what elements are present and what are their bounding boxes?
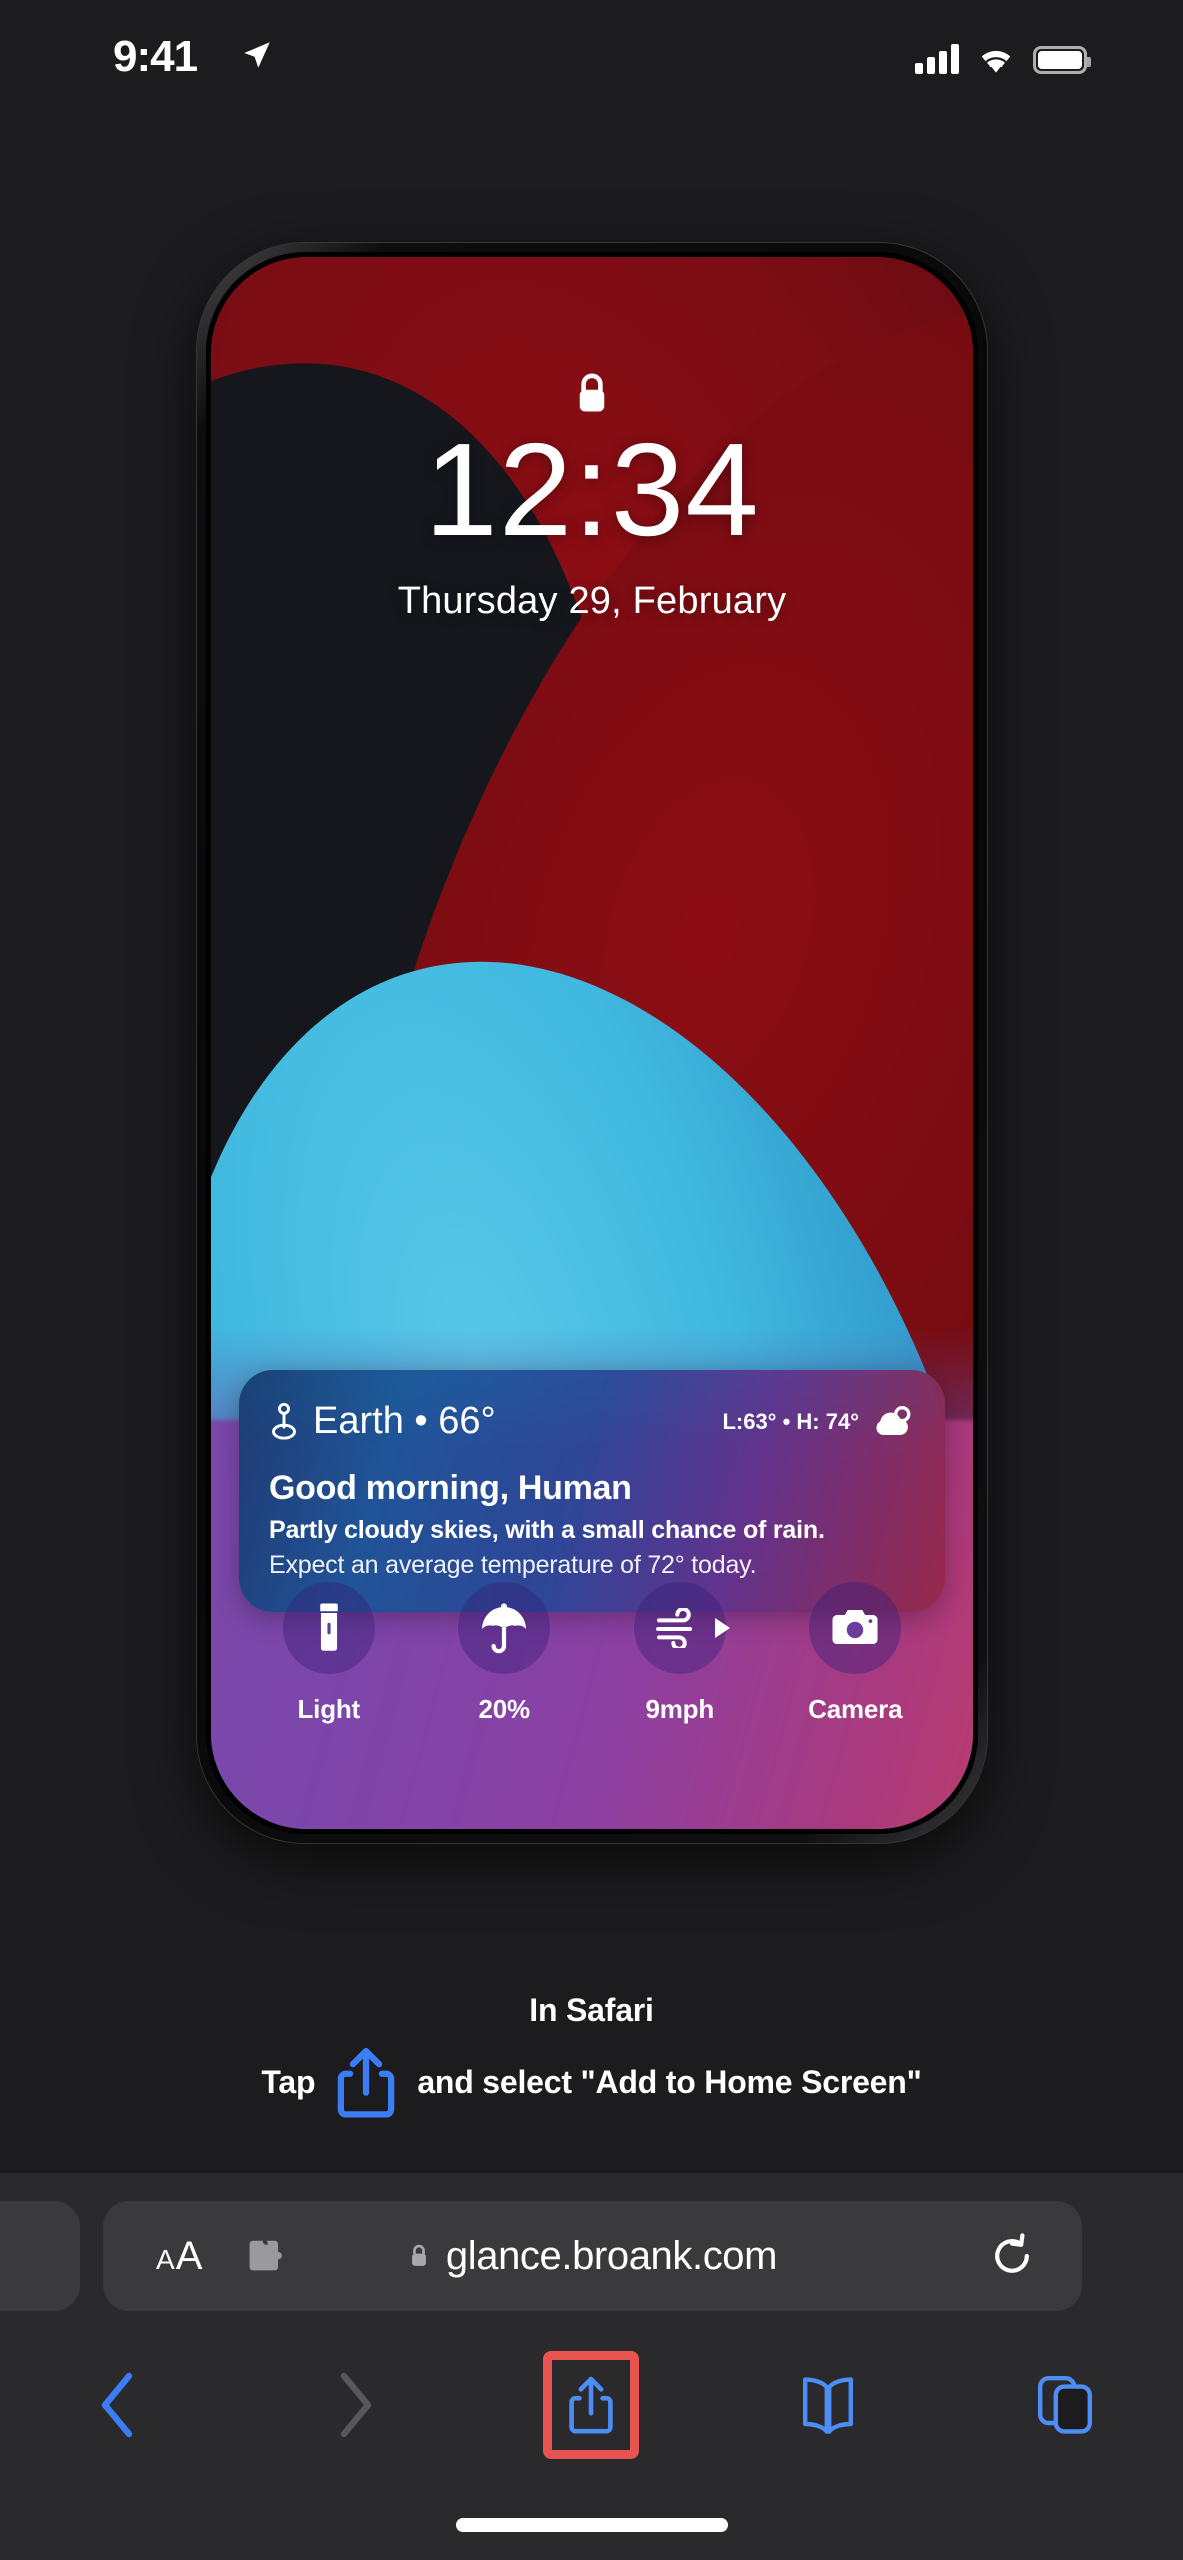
battery-full-icon xyxy=(1033,46,1091,74)
tabs-button[interactable] xyxy=(946,2345,1183,2465)
widget-header: Earth • 66° L:63° • H: 74° xyxy=(269,1400,915,1443)
lock-closed-icon xyxy=(411,2244,426,2266)
location-arrow-icon xyxy=(244,42,270,68)
instructions-tap-word: Tap xyxy=(261,2063,316,2100)
cloud-icon xyxy=(876,1405,911,1435)
safari-address-bar[interactable]: A A glance.broank.com xyxy=(103,2201,1082,2311)
share-ios-icon xyxy=(569,2376,614,2434)
quick-action-wind[interactable]: 9mph xyxy=(605,1582,755,1725)
lockscreen-time: 12:34 xyxy=(424,416,760,563)
quick-action-light-circle[interactable] xyxy=(282,1582,375,1674)
bookmarks-book-icon xyxy=(803,2377,854,2434)
phone-screen: 12:34 Thursday 29, February Earth • 66° xyxy=(211,257,973,1829)
tabs-overview-icon xyxy=(1037,2376,1092,2434)
status-bar-indicators xyxy=(915,36,1091,74)
widget-summary-line-1: Partly cloudy skies, with a small chance… xyxy=(269,1516,825,1544)
widget-location: Earth • 66° xyxy=(269,1400,496,1443)
quick-action-rain-circle[interactable] xyxy=(458,1582,551,1674)
quick-action-rain-label: 20% xyxy=(478,1694,531,1724)
phone-bezel: 12:34 Thursday 29, February Earth • 66° xyxy=(206,252,978,1834)
location-pin-icon xyxy=(272,1402,296,1440)
home-indicator xyxy=(455,2518,728,2532)
umbrella-icon xyxy=(482,1603,527,1654)
share-button[interactable] xyxy=(473,2345,710,2465)
lockscreen-date: Thursday 29, February xyxy=(397,580,787,622)
safari-tab-strip: A A glance.broank.com xyxy=(0,2201,1183,2311)
wifi-icon xyxy=(981,50,1011,73)
bookmarks-button[interactable] xyxy=(710,2345,947,2465)
address-bar-content[interactable]: glance.broank.com xyxy=(103,2234,1082,2279)
install-instructions: In Safari Tap and select "Add to Home Sc… xyxy=(0,1992,1183,2119)
widget-summary-line-2: Expect an average temperature of 72° tod… xyxy=(269,1551,757,1579)
widget-greeting: Good morning, Human xyxy=(269,1469,632,1507)
quick-action-camera-label: Camera xyxy=(808,1694,903,1724)
lock-closed-icon xyxy=(579,373,605,412)
wind-direction-caret-icon xyxy=(714,1618,730,1638)
phone-mockup: 12:34 Thursday 29, February Earth • 66° xyxy=(197,243,987,1843)
quick-actions-row: Light 20% 9mph Camera xyxy=(241,1582,943,1725)
quick-action-camera[interactable]: Camera xyxy=(780,1582,930,1725)
instructions-title: In Safari xyxy=(529,1992,654,2028)
page-root: 9:41 12:34 Thursday 29, February Earth •… xyxy=(0,0,1183,2560)
quick-action-wind-label: 9mph xyxy=(645,1694,715,1724)
adjacent-tab-peek[interactable] xyxy=(0,2201,80,2311)
quick-action-light[interactable]: Light xyxy=(254,1582,404,1725)
back-button[interactable] xyxy=(0,2345,237,2465)
quick-action-rain[interactable]: 20% xyxy=(429,1582,579,1725)
weather-greeting-widget[interactable]: Earth • 66° L:63° • H: 74° Good morning,… xyxy=(239,1370,945,1612)
status-bar-time: 9:41 xyxy=(113,32,198,81)
forward-chevron-icon xyxy=(340,2372,372,2438)
instructions-rest-text: and select "Add to Home Screen" xyxy=(417,2063,922,2100)
instructions-row: Tap and select "Add to Home Screen" xyxy=(0,2045,1183,2119)
quick-action-wind-circle[interactable] xyxy=(633,1582,730,1674)
share-ios-icon xyxy=(338,2047,395,2118)
quick-action-camera-circle[interactable] xyxy=(809,1582,902,1674)
widget-high-low-text: L:63° • H: 74° xyxy=(722,1408,859,1434)
forward-button[interactable] xyxy=(237,2345,474,2465)
camera-icon xyxy=(832,1610,878,1645)
reload-icon[interactable] xyxy=(990,2233,1034,2279)
quick-action-light-label: Light xyxy=(297,1694,361,1724)
widget-location-text: Earth • 66° xyxy=(313,1400,496,1442)
flashlight-icon xyxy=(320,1603,338,1651)
status-bar: 9:41 xyxy=(0,0,1183,112)
wind-icon xyxy=(655,1608,692,1648)
cellular-signal-icon xyxy=(915,44,959,74)
widget-high-low: L:63° • H: 74° xyxy=(722,1405,915,1439)
back-chevron-icon xyxy=(102,2372,133,2438)
safari-bottom-toolbar xyxy=(0,2345,1183,2465)
safari-browser-chrome: A A glance.broank.com xyxy=(0,2172,1183,2560)
address-bar-url: glance.broank.com xyxy=(445,2233,778,2278)
